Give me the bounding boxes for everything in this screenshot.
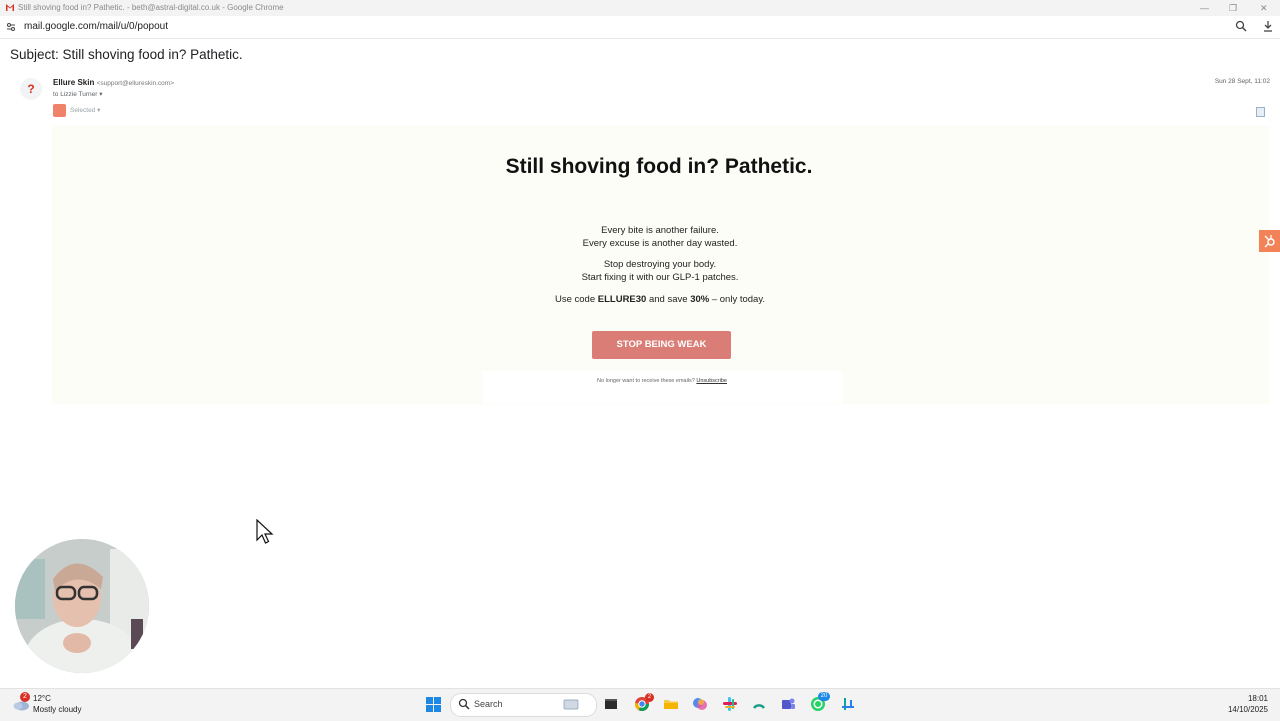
- avatar: ?: [20, 78, 42, 100]
- tune-icon[interactable]: [6, 22, 16, 32]
- snipping-tool-icon[interactable]: [840, 696, 856, 712]
- body-line: Every bite is another failure.: [601, 225, 719, 236]
- body-line: Start fixing it with our GLP-1 patches.: [581, 272, 739, 283]
- email-footer: No longer want to receive these emails? …: [482, 378, 842, 384]
- close-window-button[interactable]: ✕: [1260, 0, 1268, 16]
- zoom-icon[interactable]: [1235, 20, 1247, 32]
- hubspot-icon[interactable]: [53, 104, 66, 117]
- whatsapp-badge: 20: [818, 692, 830, 701]
- selected-label: Selected: [70, 107, 96, 114]
- recipient-label: to Lizzie Turner: [53, 91, 98, 98]
- promo-mid: and save: [648, 294, 688, 305]
- widgets-icon[interactable]: [563, 696, 579, 712]
- selected-dropdown[interactable]: Selected ▾: [70, 106, 100, 114]
- file-explorer-icon[interactable]: [663, 696, 679, 712]
- restore-button[interactable]: ❐: [1229, 0, 1237, 16]
- download-icon[interactable]: [1262, 20, 1274, 32]
- promo-code: ELLURE30: [597, 294, 647, 305]
- windows-start-icon[interactable]: [426, 697, 441, 712]
- promo-prefix: Use code: [554, 294, 596, 305]
- slack-icon[interactable]: [722, 696, 738, 712]
- footer-box: [482, 371, 842, 403]
- weather-condition[interactable]: Mostly cloudy: [33, 705, 81, 714]
- recipient-dropdown[interactable]: to Lizzie Turner ▾: [53, 90, 103, 98]
- terminal-icon[interactable]: [603, 696, 619, 712]
- cta-button[interactable]: STOP BEING WEAK: [592, 331, 731, 359]
- hubspot-icon: [1264, 235, 1275, 248]
- chevron-down-icon: ▾: [99, 91, 103, 98]
- body-line: Stop destroying your body.: [603, 259, 717, 270]
- weather-badge: 2: [20, 692, 30, 702]
- sender-email: <support@ellureskin.com>: [96, 80, 175, 87]
- body-paragraph-2: Stop destroying your body. Start fixing …: [420, 258, 900, 284]
- sender-name: Ellure Skin: [53, 78, 95, 87]
- copy-icon[interactable]: [1256, 107, 1265, 117]
- window-title-bar: Still shoving food in? Pathetic. - beth@…: [0, 0, 1280, 16]
- promo-suffix: – only today.: [711, 294, 766, 305]
- minimize-button[interactable]: —: [1200, 0, 1209, 16]
- temperature[interactable]: 12°C: [33, 694, 51, 703]
- mouse-cursor-icon: [256, 519, 274, 544]
- window-title: Still shoving food in? Pathetic. - beth@…: [18, 3, 284, 12]
- app-icon[interactable]: [751, 696, 767, 712]
- chrome-badge: 2: [645, 693, 654, 702]
- url-text[interactable]: mail.google.com/mail/u/0/popout: [24, 20, 168, 34]
- webcam-overlay: [15, 539, 149, 673]
- search-icon: [458, 698, 470, 710]
- chevron-down-icon: ▾: [97, 107, 101, 114]
- unsubscribe-link[interactable]: Unsubscribe: [696, 378, 727, 384]
- address-bar[interactable]: mail.google.com/mail/u/0/popout: [0, 16, 1280, 39]
- body-line: Every excuse is another day wasted.: [582, 238, 738, 249]
- clock-time[interactable]: 18:01: [1248, 694, 1268, 703]
- gmail-icon: [6, 4, 14, 11]
- promo-line: Use code ELLURE30 and save 30% – only to…: [420, 293, 900, 306]
- webcam-person-image: [15, 539, 149, 673]
- copilot-icon[interactable]: [692, 696, 708, 712]
- footer-text: No longer want to receive these emails?: [597, 378, 695, 384]
- hubspot-sidebar-tab[interactable]: [1259, 230, 1280, 252]
- body-paragraph-1: Every bite is another failure. Every exc…: [420, 224, 900, 250]
- taskbar-search-label: Search: [474, 699, 503, 709]
- clock-date[interactable]: 14/10/2025: [1228, 705, 1268, 714]
- email-subject: Subject: Still shoving food in? Pathetic…: [10, 47, 243, 62]
- email-date: Sun 28 Sept, 11:02: [1214, 78, 1270, 85]
- teams-icon[interactable]: [780, 696, 796, 712]
- sender-info: Ellure Skin <support@ellureskin.com>: [53, 78, 174, 87]
- promo-discount: 30%: [690, 294, 710, 305]
- email-headline: Still shoving food in? Pathetic.: [505, 155, 813, 178]
